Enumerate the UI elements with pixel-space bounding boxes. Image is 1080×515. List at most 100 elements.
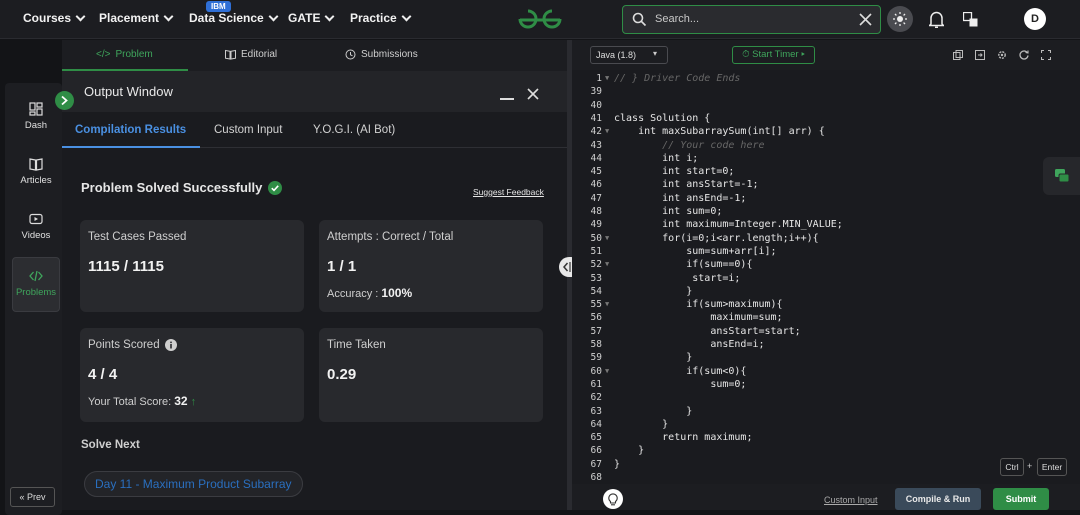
reset-icon[interactable] (1019, 50, 1029, 60)
search-box[interactable]: Search... (622, 5, 881, 34)
custom-input-link[interactable]: Custom Input (824, 495, 878, 505)
code-line[interactable]: 1 ▼ // } Driver Code Ends (572, 72, 1080, 85)
hint-button[interactable] (603, 489, 623, 509)
expand-panel-button[interactable] (55, 91, 74, 110)
code-line[interactable]: 41 class Solution { (572, 112, 1080, 125)
code-text: // } Driver Code Ends (614, 73, 741, 84)
search-input[interactable]: Search... (655, 13, 699, 25)
code-line[interactable]: 60 ▼ if(sum<0){ (572, 365, 1080, 378)
fold-toggle-icon[interactable]: ▼ (605, 125, 609, 138)
code-line[interactable]: 53 start=i; (572, 272, 1080, 285)
next-problem-chip[interactable]: Day 11 - Maximum Product Subarray (84, 471, 303, 497)
code-text: if(sum>maximum){ (614, 299, 783, 311)
code-line[interactable]: 59 } (572, 351, 1080, 364)
rail-item-articles[interactable]: Articles (10, 157, 62, 186)
rail-item-videos[interactable]: Videos (10, 212, 62, 241)
nav-practice[interactable]: Practice (350, 11, 412, 25)
nav-courses[interactable]: Courses (23, 11, 86, 25)
language-select[interactable]: Java (1.8) ▾ (590, 46, 668, 64)
accuracy-label: Accuracy : (327, 288, 379, 300)
gear-icon[interactable] (997, 50, 1007, 60)
code-line[interactable]: 48 int sum=0; (572, 205, 1080, 218)
points-value: 4 / 4 (88, 366, 118, 383)
accuracy: Accuracy : 100% (327, 286, 412, 300)
code-line[interactable]: 66 } (572, 444, 1080, 457)
tab-custom-input[interactable]: Custom Input (214, 124, 282, 136)
minimize-icon[interactable] (500, 98, 514, 100)
tab-editorial[interactable]: Editorial (225, 49, 277, 60)
tab-yogi-ai-bot[interactable]: Y.O.G.I. (AI Bot) (313, 124, 395, 136)
gfg-logo-icon[interactable] (516, 8, 564, 30)
translate-icon[interactable] (963, 12, 978, 27)
code-line[interactable]: 63 } (572, 405, 1080, 418)
fullscreen-icon[interactable] (1041, 50, 1051, 60)
search-icon (632, 12, 647, 27)
code-line[interactable]: 65 return maximum; (572, 431, 1080, 444)
bell-icon[interactable] (929, 11, 944, 28)
fold-toggle-icon[interactable]: ▼ (605, 298, 609, 311)
code-line[interactable]: 54 } (572, 285, 1080, 298)
output-window-header: Output Window (62, 71, 567, 112)
theme-toggle-button[interactable] (887, 6, 913, 32)
close-icon[interactable] (859, 13, 872, 26)
line-number: 58 (590, 339, 602, 350)
tab-compilation-results[interactable]: Compilation Results (75, 124, 186, 136)
fold-toggle-icon[interactable]: ▼ (605, 365, 609, 378)
prev-button[interactable]: « Prev (10, 487, 55, 507)
timer-icon: ⏱ (742, 49, 750, 60)
code-line[interactable]: 45 int start=0; (572, 165, 1080, 178)
rail-item-problems[interactable]: Problems (12, 257, 60, 312)
nav-placement[interactable]: Placement (99, 11, 174, 25)
code-line[interactable]: 46 int ansStart=-1; (572, 178, 1080, 191)
solved-status: Problem Solved Successfully (81, 180, 283, 195)
fold-toggle-icon[interactable]: ▼ (605, 232, 609, 245)
code-icon (29, 270, 43, 282)
code-line[interactable]: 50 ▼ for(i=0;i<arr.length;i++){ (572, 232, 1080, 245)
compile-run-button[interactable]: Compile & Run (895, 488, 981, 510)
submit-button[interactable]: Submit (993, 488, 1049, 510)
code-line[interactable]: 64 } (572, 418, 1080, 431)
close-icon[interactable] (527, 88, 539, 100)
code-line[interactable]: 39 (572, 85, 1080, 98)
tab-submissions[interactable]: Submissions (345, 49, 418, 60)
time-value: 0.29 (327, 366, 357, 383)
line-number: 57 (590, 325, 602, 337)
video-icon (29, 213, 43, 225)
rail-item-problems-label: Problems (15, 287, 57, 298)
double-chevron-left-icon: « (19, 492, 25, 502)
start-timer-button[interactable]: ⏱ Start Timer ▸ (732, 46, 815, 64)
code-line[interactable]: 44 int i; (572, 152, 1080, 165)
upload-file-icon[interactable] (975, 50, 985, 60)
code-line[interactable]: 61 sum=0; (572, 378, 1080, 391)
side-chat-button[interactable] (1043, 157, 1080, 195)
suggest-feedback-link[interactable]: Suggest Feedback (473, 187, 544, 197)
rail-item-dash[interactable]: Dash (10, 102, 62, 131)
code-line[interactable]: 47 int ansEnd=-1; (572, 192, 1080, 205)
fold-toggle-icon[interactable]: ▼ (605, 258, 609, 271)
fold-toggle-icon[interactable]: ▼ (605, 72, 609, 85)
nav-gate[interactable]: GATE (288, 11, 335, 25)
line-number: 61 (590, 378, 602, 390)
code-line[interactable]: 43 // Your code here (572, 139, 1080, 152)
tab-problem[interactable]: </> Problem (96, 49, 153, 60)
line-number: 52 (590, 259, 602, 271)
code-line[interactable]: 40 (572, 99, 1080, 112)
code-line[interactable]: 52 ▼ if(sum==0){ (572, 258, 1080, 271)
code-line[interactable]: 56 maximum=sum; (572, 311, 1080, 324)
code-line[interactable]: 57 ansStart=start; (572, 325, 1080, 338)
nav-gate-label: GATE (288, 11, 321, 25)
line-number: 39 (590, 86, 602, 98)
line-number: 55 (590, 299, 602, 311)
avatar[interactable]: D (1024, 8, 1046, 30)
code-line[interactable]: 49 int maximum=Integer.MIN_VALUE; (572, 218, 1080, 231)
code-line[interactable]: 55 ▼ if(sum>maximum){ (572, 298, 1080, 311)
info-icon[interactable] (164, 339, 177, 351)
copy-icon[interactable] (953, 50, 963, 60)
code-line[interactable]: 62 (572, 391, 1080, 404)
code-line[interactable]: 42 ▼ int maxSubarraySum(int[] arr) { (572, 125, 1080, 138)
code-line[interactable]: 51 sum=sum+arr[i]; (572, 245, 1080, 258)
test-cases-label: Test Cases Passed (88, 231, 187, 243)
code-line[interactable]: 58 ansEnd=i; (572, 338, 1080, 351)
nav-data-science[interactable]: Data Science (189, 11, 279, 25)
code-editor[interactable]: 1 ▼// } Driver Code Ends 39 40 41 class Solut… (572, 70, 1080, 484)
